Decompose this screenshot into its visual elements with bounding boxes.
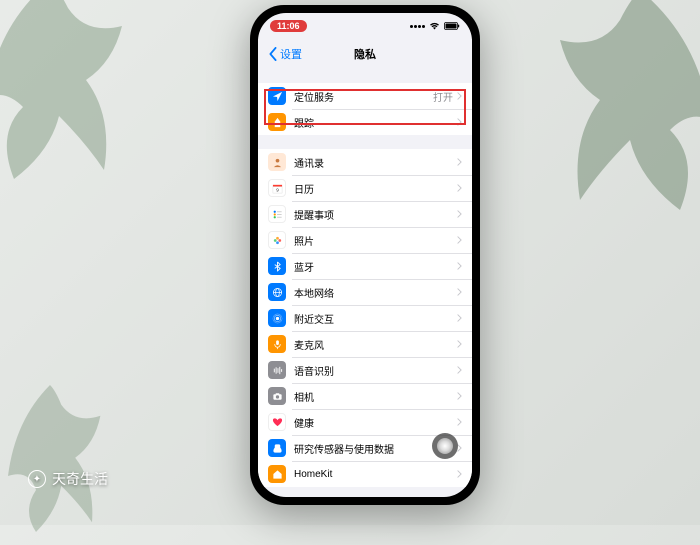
row-contacts[interactable]: 通讯录 bbox=[258, 149, 472, 175]
chevron-right-icon bbox=[457, 418, 462, 426]
row-health[interactable]: 健康 bbox=[258, 409, 472, 435]
chevron-right-icon bbox=[457, 340, 462, 348]
chevron-right-icon bbox=[457, 470, 462, 478]
status-time: 11:06 bbox=[270, 20, 307, 32]
chevron-right-icon bbox=[457, 392, 462, 400]
chevron-right-icon bbox=[457, 288, 462, 296]
calendar-icon: 9 bbox=[268, 179, 286, 197]
network-icon bbox=[268, 283, 286, 301]
row-label: 蓝牙 bbox=[294, 259, 457, 274]
phone-screen: 11:06 设置 隐私 定位服务 打开 bbox=[258, 13, 472, 497]
status-bar: 11:06 bbox=[258, 13, 472, 39]
status-indicators bbox=[410, 22, 460, 30]
chevron-right-icon bbox=[457, 118, 462, 126]
row-label: 本地网络 bbox=[294, 285, 457, 300]
page-title: 隐私 bbox=[354, 46, 376, 62]
row-camera[interactable]: 相机 bbox=[258, 383, 472, 409]
bg-decoration-leaf bbox=[0, 365, 120, 545]
chevron-right-icon bbox=[457, 184, 462, 192]
homekit-icon bbox=[268, 465, 286, 483]
microphone-icon bbox=[268, 335, 286, 353]
chevron-right-icon bbox=[457, 236, 462, 244]
signal-icon bbox=[410, 25, 425, 28]
contacts-icon bbox=[268, 153, 286, 171]
bluetooth-icon bbox=[268, 257, 286, 275]
watermark-icon: ✦ bbox=[28, 470, 46, 488]
row-label: 麦克风 bbox=[294, 337, 457, 352]
photos-icon bbox=[268, 231, 286, 249]
chevron-left-icon bbox=[268, 47, 278, 61]
back-label: 设置 bbox=[280, 46, 302, 62]
row-label: 通讯录 bbox=[294, 155, 457, 170]
wifi-icon bbox=[429, 22, 440, 30]
row-label: 附近交互 bbox=[294, 311, 457, 326]
row-nearby-interactions[interactable]: 附近交互 bbox=[258, 305, 472, 331]
watermark-text: 天奇生活 bbox=[52, 469, 108, 489]
back-button[interactable]: 设置 bbox=[268, 46, 302, 62]
chevron-right-icon bbox=[457, 366, 462, 374]
settings-section: 定位服务 打开 跟踪 bbox=[258, 83, 472, 135]
row-location-services[interactable]: 定位服务 打开 bbox=[258, 83, 472, 109]
row-label: 语音识别 bbox=[294, 363, 457, 378]
row-label: 跟踪 bbox=[294, 115, 457, 130]
reminders-icon bbox=[268, 205, 286, 223]
row-homekit[interactable]: HomeKit bbox=[258, 461, 472, 487]
row-reminders[interactable]: 提醒事项 bbox=[258, 201, 472, 227]
row-bluetooth[interactable]: 蓝牙 bbox=[258, 253, 472, 279]
chevron-right-icon bbox=[457, 92, 462, 100]
chevron-right-icon bbox=[457, 210, 462, 218]
chevron-right-icon bbox=[457, 158, 462, 166]
row-label: 照片 bbox=[294, 233, 457, 248]
row-label: HomeKit bbox=[294, 469, 457, 480]
health-icon bbox=[268, 413, 286, 431]
row-label: 提醒事项 bbox=[294, 207, 457, 222]
row-label: 定位服务 bbox=[294, 89, 433, 104]
row-microphone[interactable]: 麦克风 bbox=[258, 331, 472, 357]
nav-bar: 设置 隐私 bbox=[258, 39, 472, 69]
row-label: 日历 bbox=[294, 181, 457, 196]
camera-icon bbox=[268, 387, 286, 405]
row-photos[interactable]: 照片 bbox=[258, 227, 472, 253]
row-local-network[interactable]: 本地网络 bbox=[258, 279, 472, 305]
chevron-right-icon bbox=[457, 262, 462, 270]
assistive-touch-button[interactable] bbox=[432, 433, 458, 459]
battery-icon bbox=[444, 22, 460, 30]
tracking-icon bbox=[268, 113, 286, 131]
phone-frame: 11:06 设置 隐私 定位服务 打开 bbox=[250, 5, 480, 505]
row-tracking[interactable]: 跟踪 bbox=[258, 109, 472, 135]
speech-icon bbox=[268, 361, 286, 379]
location-icon bbox=[268, 87, 286, 105]
row-label: 健康 bbox=[294, 415, 457, 430]
nearby-icon bbox=[268, 309, 286, 327]
row-speech-recognition[interactable]: 语音识别 bbox=[258, 357, 472, 383]
research-icon bbox=[268, 439, 286, 457]
row-label: 相机 bbox=[294, 389, 457, 404]
chevron-right-icon bbox=[457, 314, 462, 322]
bg-decoration-leaf bbox=[0, 0, 140, 190]
bg-decoration-leaf bbox=[540, 0, 700, 220]
watermark: ✦ 天奇生活 bbox=[28, 469, 108, 489]
row-calendar[interactable]: 9 日历 bbox=[258, 175, 472, 201]
row-value: 打开 bbox=[433, 89, 453, 104]
